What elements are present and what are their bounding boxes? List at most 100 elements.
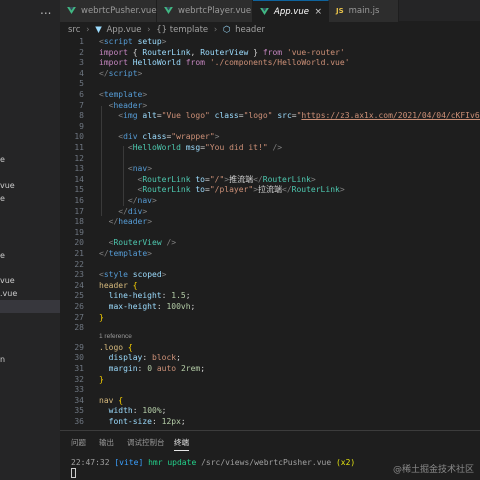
js-icon: JS: [336, 7, 344, 15]
editor-tab[interactable]: App.vue ×: [253, 0, 329, 22]
code-line[interactable]: 2 import { RouterLink, RouterView } from …: [60, 48, 480, 58]
code-line[interactable]: 16 </nav>: [60, 196, 480, 206]
terminal-cursor[interactable]: [71, 468, 76, 478]
sidebar-file-item[interactable]: e: [0, 249, 60, 262]
line-number: 27: [74, 312, 84, 322]
code-text: header {: [99, 280, 138, 290]
tab-debug-console[interactable]: 调试控制台: [127, 437, 165, 448]
code-line[interactable]: 35 width: 100%;: [60, 406, 480, 416]
sidebar-file-item[interactable]: [0, 300, 60, 313]
code-line[interactable]: 4 </script>: [60, 69, 480, 79]
line-number: 1: [79, 37, 84, 46]
sidebar-file-item[interactable]: .vue: [0, 287, 60, 300]
close-icon[interactable]: ×: [314, 1, 322, 23]
code-line[interactable]: 27}: [60, 313, 480, 323]
code-line[interactable]: 1 <script setup>: [60, 37, 480, 47]
code-line[interactable]: 3 import HelloWorld from './components/He…: [60, 58, 480, 68]
tab-terminal[interactable]: 终端: [174, 437, 189, 451]
code-line[interactable]: 7 <header>: [60, 101, 480, 111]
line-number: 19: [74, 227, 84, 237]
chevron-right-icon: ›: [147, 25, 151, 35]
code-line[interactable]: 12: [60, 154, 480, 164]
tab-problems[interactable]: 问题: [71, 437, 86, 448]
code-text: max-height: 100vh;: [108, 302, 196, 311]
code-line[interactable]: 28: [60, 323, 480, 333]
tab-bar: webrtcPusher.vue webrtcPlayer.vue App.vue ×…: [60, 0, 480, 22]
line-number: 7: [79, 100, 84, 110]
breadcrumb-file[interactable]: App.vue: [106, 25, 141, 35]
code-line[interactable]: 31 margin: 0 auto 2rem;: [60, 364, 480, 374]
code-line[interactable]: 25 line-height: 1.5;: [60, 291, 480, 301]
codelens-references[interactable]: 1 reference: [99, 333, 132, 340]
line-number: 15: [74, 185, 84, 195]
sidebar-file-item[interactable]: e: [0, 192, 60, 205]
code-line[interactable]: 13 <nav>: [60, 164, 480, 174]
sidebar-file-item[interactable]: n: [0, 353, 60, 366]
editor-tab[interactable]: webrtcPusher.vue: [60, 0, 157, 22]
breadcrumb-src[interactable]: src: [68, 25, 80, 35]
code-text: </div>: [118, 206, 148, 216]
code-line[interactable]: 15 <RouterLink to="/player">拉流端</RouterL…: [60, 185, 480, 195]
line-number: 23: [74, 270, 84, 280]
code-line[interactable]: 17 </div>: [60, 207, 480, 217]
code-line[interactable]: 5: [60, 79, 480, 89]
code-text: <RouterView />: [108, 238, 177, 248]
code-text: nav {: [99, 395, 124, 405]
tab-output[interactable]: 输出: [99, 437, 114, 448]
terminal-path: /src/views/webrtcPusher.vue: [201, 458, 332, 467]
code-text: <RouterLink to="/player">拉流端</RouterLink…: [137, 185, 345, 195]
code-text: line-height: 1.5;: [108, 291, 191, 301]
line-number: 18: [74, 217, 84, 227]
breadcrumb-header[interactable]: header: [235, 25, 265, 35]
terminal-output-line: 22:47:32 [vite] hmr update /src/views/we…: [71, 458, 355, 467]
code-line[interactable]: 30 display: block;: [60, 353, 480, 363]
code-line[interactable]: 20 <RouterView />: [60, 238, 480, 248]
code-line[interactable]: 9: [60, 122, 480, 132]
code-line[interactable]: 18 </header>: [60, 217, 480, 227]
element-icon: ⬡: [222, 25, 231, 35]
code-line[interactable]: 34 nav {: [60, 396, 480, 406]
code-line[interactable]: 23 <style scoped>: [60, 270, 480, 280]
chevron-right-icon: ›: [213, 25, 218, 35]
code-line[interactable]: 32}: [60, 375, 480, 385]
explorer-sidebar: ... e vue e e vue .vue n: [0, 0, 60, 480]
line-number: 25: [74, 291, 84, 301]
code-editor[interactable]: 1 reference 1 <script setup> 2 import { Rou…: [60, 36, 480, 430]
code-line[interactable]: 29 .logo {: [60, 343, 480, 353]
sidebar-file-item[interactable]: vue: [0, 274, 60, 287]
code-line[interactable]: 11 <HelloWorld msg="You did it!" />: [60, 143, 480, 153]
code-line[interactable]: 36 font-size: 12px;: [60, 417, 480, 427]
code-line[interactable]: 21 </template>: [60, 249, 480, 259]
line-number: 9: [79, 121, 84, 131]
code-line[interactable]: 8 <img alt="Vue logo" class="logo" src="…: [60, 111, 480, 121]
code-line[interactable]: 19: [60, 228, 480, 238]
breadcrumb-template[interactable]: {} template: [156, 25, 208, 35]
line-number: 6: [79, 90, 84, 99]
code-line[interactable]: 14 <RouterLink to="/">推流端</RouterLink>: [60, 175, 480, 185]
sidebar-file-item[interactable]: vue: [0, 179, 60, 192]
code-text: .logo {: [99, 342, 133, 352]
code-text: display: block;: [108, 353, 181, 363]
line-number: 29: [74, 342, 84, 352]
code-line[interactable]: 26 max-height: 100vh;: [60, 302, 480, 312]
tab-label: webrtcPlayer.vue: [178, 6, 252, 16]
code-line[interactable]: 22: [60, 260, 480, 270]
code-text: <style scoped>: [99, 270, 167, 280]
line-number: 14: [74, 174, 84, 184]
line-number: 30: [74, 353, 84, 363]
terminal-vite-tag: [vite]: [114, 458, 144, 467]
line-number: 8: [79, 111, 84, 121]
line-number: 11: [74, 143, 84, 152]
code-line[interactable]: 6 <template>: [60, 90, 480, 100]
more-actions-icon[interactable]: ...: [40, 3, 51, 17]
code-line[interactable]: 24 header {: [60, 281, 480, 291]
line-number: 36: [74, 417, 84, 426]
sidebar-file-item[interactable]: e: [0, 153, 60, 166]
terminal-event: hmr update: [148, 458, 197, 467]
terminal-count: (x2): [335, 458, 356, 467]
editor-tab[interactable]: webrtcPlayer.vue: [157, 0, 253, 22]
code-line[interactable]: 33: [60, 385, 480, 395]
editor-tab[interactable]: JS main.js: [329, 0, 399, 22]
code-line[interactable]: 10 <div class="wrapper">: [60, 132, 480, 142]
vue-icon: [260, 1, 269, 23]
